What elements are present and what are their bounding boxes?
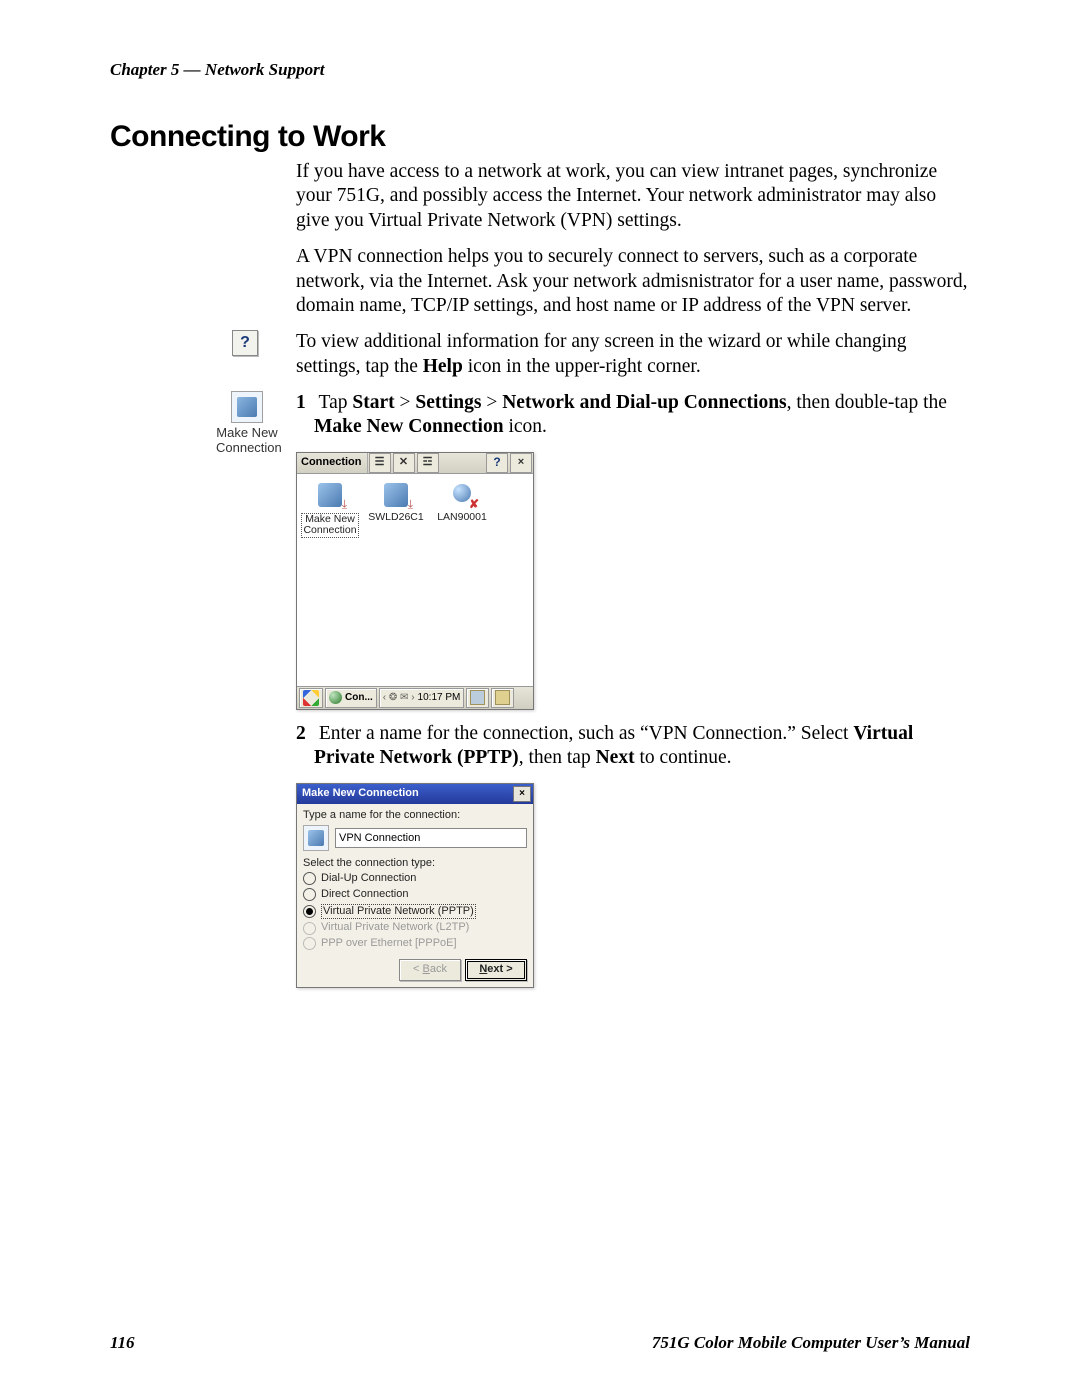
taskbar: Con... ‹ ❂ ✉ › 10:17 PM xyxy=(297,686,533,709)
connections-window: Connection ☰ ✕ ☲ ? × Make New Connection xyxy=(296,452,534,710)
page: Chapter 5 — Network Support Connecting t… xyxy=(0,0,1080,1397)
lan-connection-icon xyxy=(447,480,477,510)
make-new-connection-icon xyxy=(315,480,345,510)
radio-l2tp: Virtual Private Network (L2TP) xyxy=(303,920,527,936)
radio-direct[interactable]: Direct Connection xyxy=(303,887,527,903)
radio-icon xyxy=(303,872,316,885)
tray-icons: ‹ ❂ ✉ › xyxy=(383,692,415,705)
bold: Make New Connection xyxy=(314,416,504,437)
name-input-row xyxy=(303,825,527,851)
text: to continue. xyxy=(635,747,732,768)
text: , then double-tap the xyxy=(787,392,947,413)
connections-titlebar: Connection ☰ ✕ ☲ ? × xyxy=(297,453,533,474)
radio-label: Virtual Private Network (PPTP) xyxy=(321,904,476,920)
manual-title: 751G Color Mobile Computer User’s Manual xyxy=(652,1333,970,1353)
windows-logo-icon xyxy=(303,690,319,706)
chapter-header: Chapter 5 — Network Support xyxy=(110,60,970,80)
step-1-row: Make New Connection 1 Tap Start > Settin… xyxy=(296,391,970,710)
bold: Network and Dial-up Connections xyxy=(502,392,786,413)
text: ack xyxy=(430,963,447,975)
taskbar-app[interactable]: Con... xyxy=(325,688,377,708)
clock: 10:17 PM xyxy=(418,692,461,705)
connections-content[interactable]: Make New Connection SWLD26C1 LAN90001 xyxy=(297,474,533,686)
item-label: Make New Connection xyxy=(301,513,358,538)
type-prompt: Select the connection type: xyxy=(303,857,527,871)
connection-icon xyxy=(231,391,263,423)
radio-label: Dial-Up Connection xyxy=(321,872,416,886)
radio-label: PPP over Ethernet [PPPoE] xyxy=(321,937,457,951)
keyboard-icon xyxy=(495,690,510,705)
radio-pppoe: PPP over Ethernet [PPPoE] xyxy=(303,936,527,952)
step-number: 1 xyxy=(296,391,314,415)
help-bold: Help xyxy=(423,356,463,377)
swld-connection-item[interactable]: SWLD26C1 xyxy=(367,480,425,524)
help-icon: ? xyxy=(232,330,258,356)
step-2-text: 2 Enter a name for the connection, such … xyxy=(296,722,970,771)
text: > xyxy=(481,392,502,413)
toolbar-properties-button[interactable]: ☲ xyxy=(417,453,439,473)
radio-label: Virtual Private Network (L2TP) xyxy=(321,921,469,935)
toolbar-button[interactable]: ☰ xyxy=(369,453,391,473)
text: icon. xyxy=(504,416,547,437)
help-button[interactable]: ? xyxy=(486,453,508,473)
bold: Next xyxy=(596,747,635,768)
text: , then tap xyxy=(519,747,596,768)
item-label: LAN90001 xyxy=(433,512,491,524)
radio-pptp[interactable]: Virtual Private Network (PPTP) xyxy=(303,903,527,921)
bold: Start xyxy=(352,392,394,413)
start-button[interactable] xyxy=(299,688,323,708)
close-button[interactable]: × xyxy=(510,453,532,473)
text: B xyxy=(423,963,430,975)
step-1-text: 1 Tap Start > Settings > Network and Dia… xyxy=(296,391,970,440)
wizard-body: Type a name for the connection: Select t… xyxy=(297,804,533,987)
window-title: Connection xyxy=(297,453,368,473)
desktop-button[interactable] xyxy=(466,688,489,708)
lan-connection-item[interactable]: LAN90001 xyxy=(433,480,491,524)
sip-button[interactable] xyxy=(491,688,514,708)
intro-paragraph-1: If you have access to a network at work,… xyxy=(296,160,970,233)
radio-icon-disabled xyxy=(303,922,316,935)
intro-paragraph-2: A VPN connection helps you to securely c… xyxy=(296,245,970,318)
text: Tap xyxy=(319,392,353,413)
make-new-connection-item[interactable]: Make New Connection xyxy=(301,480,359,538)
toolbar-delete-button[interactable]: ✕ xyxy=(393,453,415,473)
wizard-buttons: < Back Next > xyxy=(303,959,527,981)
text: > xyxy=(395,392,416,413)
radio-icon xyxy=(303,888,316,901)
page-number: 116 xyxy=(110,1333,135,1353)
back-button: < Back xyxy=(399,959,461,981)
globe-icon xyxy=(329,691,342,704)
bold: Settings xyxy=(415,392,481,413)
radio-icon-selected xyxy=(303,905,316,918)
help-paragraph: To view additional information for any s… xyxy=(296,330,970,379)
radio-icon-disabled xyxy=(303,937,316,950)
make-new-connection-wizard: Make New Connection × Type a name for th… xyxy=(296,783,534,988)
wizard-titlebar: Make New Connection × xyxy=(297,784,533,804)
task-label: Con... xyxy=(345,692,373,705)
step-number: 2 xyxy=(296,722,314,746)
page-footer: 116 751G Color Mobile Computer User’s Ma… xyxy=(110,1333,970,1353)
wizard-title: Make New Connection xyxy=(302,787,419,801)
network-connection-icon xyxy=(381,480,411,510)
desktop-icon xyxy=(470,690,485,705)
help-info-row: ? To view additional information for any… xyxy=(296,330,970,379)
text: < xyxy=(413,963,422,975)
connection-type-icon xyxy=(303,825,329,851)
text: ext > xyxy=(487,963,512,975)
system-tray[interactable]: ‹ ❂ ✉ › 10:17 PM xyxy=(379,688,465,708)
close-button[interactable]: × xyxy=(513,786,531,802)
next-button[interactable]: Next > xyxy=(465,959,527,981)
radio-label: Direct Connection xyxy=(321,888,408,902)
connection-name-input[interactable] xyxy=(335,828,527,848)
make-new-connection-side-icon: Make New Connection xyxy=(216,391,278,456)
section-heading: Connecting to Work xyxy=(110,120,970,154)
body-column: If you have access to a network at work,… xyxy=(296,160,970,988)
item-label: SWLD26C1 xyxy=(367,512,425,524)
text: icon in the upper-right corner. xyxy=(463,356,701,377)
icon-label-line2: Connection xyxy=(216,441,278,456)
name-prompt: Type a name for the connection: xyxy=(303,809,527,823)
text: Enter a name for the connection, such as… xyxy=(319,723,853,744)
icon-label-line1: Make New xyxy=(216,426,278,441)
radio-dialup[interactable]: Dial-Up Connection xyxy=(303,871,527,887)
